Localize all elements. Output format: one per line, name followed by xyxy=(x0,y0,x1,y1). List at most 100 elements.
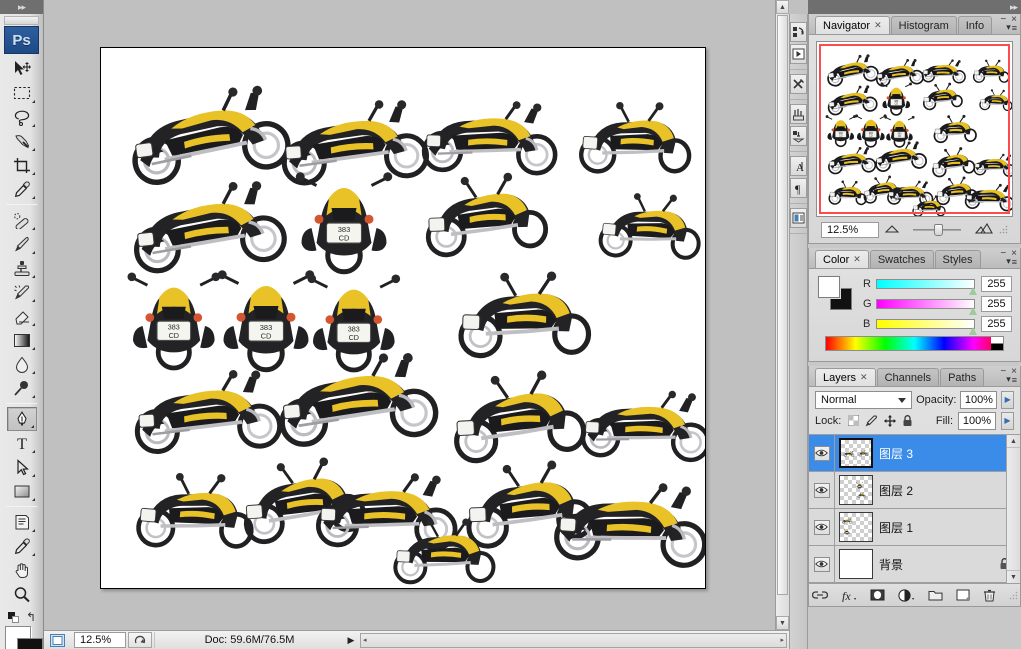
slider-track-g[interactable] xyxy=(876,298,977,315)
paragraph-panel-icon[interactable]: ¶ xyxy=(790,178,807,198)
resize-grip-icon[interactable] xyxy=(1009,591,1018,600)
layers-panel-menu[interactable]: ▾ ≡ xyxy=(1006,374,1017,385)
opacity-stepper[interactable]: ▶ xyxy=(1001,390,1014,409)
layers-scrollbar[interactable]: ▲ ▼ xyxy=(1006,435,1020,583)
tab-paths[interactable]: Paths xyxy=(940,368,985,386)
layer-name[interactable]: 图层 3 xyxy=(879,445,1020,462)
scroll-left-arrow[interactable]: ◂ xyxy=(363,636,367,644)
foreground-color-swatch[interactable] xyxy=(818,276,840,298)
document-canvas[interactable]: 383 CD xyxy=(100,47,706,589)
channel-value-b[interactable]: 255 xyxy=(981,315,1012,332)
layer-visibility-toggle[interactable] xyxy=(809,508,835,546)
fill-input[interactable]: 100% xyxy=(958,411,996,430)
path-selection-tool[interactable] xyxy=(7,455,37,479)
pen-tool[interactable] xyxy=(6,407,37,431)
swap-colors-icon[interactable]: ↰ xyxy=(26,610,36,624)
eyedropper2-tool[interactable] xyxy=(7,534,37,558)
status-menu-arrow[interactable]: ▶ xyxy=(344,635,358,646)
default-colors-icon[interactable] xyxy=(8,612,19,623)
navigator-zoom-input[interactable]: 12.5% xyxy=(821,221,879,238)
tab-layers[interactable]: Layers ✕ xyxy=(815,368,876,386)
color-spectrum-ramp[interactable] xyxy=(825,336,1004,351)
table-row[interactable]: 图层 1 xyxy=(809,508,1020,546)
brush-tool[interactable] xyxy=(7,232,37,256)
slider-thumb-r[interactable] xyxy=(969,286,978,295)
tab-channels[interactable]: Channels xyxy=(876,368,940,386)
delete-layer-icon[interactable] xyxy=(983,589,996,602)
slider-thumb-g[interactable] xyxy=(969,306,978,315)
notes-tool[interactable] xyxy=(7,510,37,534)
document-thumb-button[interactable] xyxy=(128,632,152,648)
hand-tool[interactable] xyxy=(7,558,37,582)
lock-image-pixels-icon[interactable] xyxy=(865,415,878,427)
lock-all-icon[interactable] xyxy=(902,414,913,427)
layer-thumbnail[interactable] xyxy=(839,512,873,542)
blend-mode-select[interactable]: Normal xyxy=(815,390,913,409)
magic-wand-tool[interactable] xyxy=(7,129,37,153)
brushes-panel-icon[interactable] xyxy=(790,104,807,124)
tab-color[interactable]: Color ✕ xyxy=(815,250,869,268)
eyedropper-tool[interactable] xyxy=(7,177,37,201)
toolbar-drag-strip[interactable] xyxy=(4,16,39,25)
layer-mask-icon[interactable] xyxy=(870,589,885,601)
new-group-icon[interactable] xyxy=(928,589,943,601)
layer-visibility-toggle[interactable] xyxy=(809,471,835,509)
tab-styles[interactable]: Styles xyxy=(934,250,981,268)
layer-comps-panel-icon[interactable] xyxy=(790,208,807,228)
scroll-down-arrow[interactable]: ▼ xyxy=(776,616,789,630)
layer-visibility-toggle[interactable] xyxy=(809,545,835,583)
type-tool[interactable]: T xyxy=(7,431,37,455)
navigator-panel-menu[interactable]: ▾ ≡ xyxy=(1006,22,1017,33)
canvas-vertical-scrollbar[interactable]: ▲ ▼ xyxy=(775,0,789,630)
background-color-swatch[interactable] xyxy=(17,638,43,649)
fill-stepper[interactable]: ▶ xyxy=(1001,411,1014,430)
tab-info[interactable]: Info xyxy=(957,16,993,34)
scroll-down-arrow[interactable]: ▼ xyxy=(1007,570,1020,583)
scroll-thumb[interactable] xyxy=(777,15,788,595)
panel-dock-collapse-handle[interactable]: ▸▸ xyxy=(808,0,1021,14)
slider-track-b[interactable] xyxy=(876,318,977,335)
layer-name[interactable]: 背景 xyxy=(879,556,999,573)
zoom-in-icon[interactable] xyxy=(974,222,993,237)
close-icon[interactable]: ✕ xyxy=(853,254,861,265)
zoom-tool[interactable] xyxy=(7,582,37,606)
channel-value-g[interactable]: 255 xyxy=(981,295,1012,312)
table-row[interactable]: 背景 xyxy=(809,545,1020,583)
marquee-tool[interactable] xyxy=(7,81,37,105)
tool-presets-panel-icon[interactable] xyxy=(790,74,807,94)
tab-navigator[interactable]: Navigator ✕ xyxy=(815,16,890,34)
layer-thumbnail[interactable] xyxy=(839,475,873,505)
healing-brush-tool[interactable] xyxy=(7,208,37,232)
tab-swatches[interactable]: Swatches xyxy=(869,250,934,268)
canvas-horizontal-scrollbar[interactable]: ◂ ▸ xyxy=(360,632,787,648)
slider-track-r[interactable] xyxy=(876,278,977,295)
clone-stamp-tool[interactable] xyxy=(7,256,37,280)
lasso-tool[interactable] xyxy=(7,105,37,129)
shape-tool[interactable] xyxy=(7,479,37,503)
actions-panel-icon[interactable] xyxy=(790,44,807,64)
scroll-right-arrow[interactable]: ▸ xyxy=(780,636,784,644)
lock-position-icon[interactable] xyxy=(884,414,897,427)
layer-style-fx-icon[interactable]: fx xyxy=(841,589,857,602)
history-brush-tool[interactable] xyxy=(7,280,37,304)
layer-visibility-toggle[interactable] xyxy=(809,434,835,472)
scroll-up-arrow[interactable]: ▲ xyxy=(1007,435,1020,448)
clone-source-panel-icon[interactable] xyxy=(790,126,807,146)
lock-transparent-pixels-icon[interactable] xyxy=(848,415,860,426)
dodge-tool[interactable] xyxy=(7,376,37,400)
navigator-view-box[interactable] xyxy=(819,44,1010,214)
eraser-tool[interactable] xyxy=(7,304,37,328)
scroll-up-arrow[interactable]: ▲ xyxy=(776,0,789,14)
crop-tool[interactable] xyxy=(7,153,37,177)
slider-thumb[interactable] xyxy=(934,223,944,236)
slider-thumb-b[interactable] xyxy=(969,326,978,335)
history-panel-icon[interactable] xyxy=(790,22,807,42)
blur-tool[interactable] xyxy=(7,352,37,376)
resize-grip-icon[interactable] xyxy=(999,225,1008,234)
move-tool[interactable] xyxy=(7,57,37,81)
table-row[interactable]: 图层 2 xyxy=(809,471,1020,509)
navigator-zoom-slider[interactable] xyxy=(905,223,969,237)
channel-value-r[interactable]: 255 xyxy=(981,275,1012,292)
screen-mode-icon[interactable] xyxy=(46,632,68,649)
table-row[interactable]: 图层 3 xyxy=(809,434,1020,472)
